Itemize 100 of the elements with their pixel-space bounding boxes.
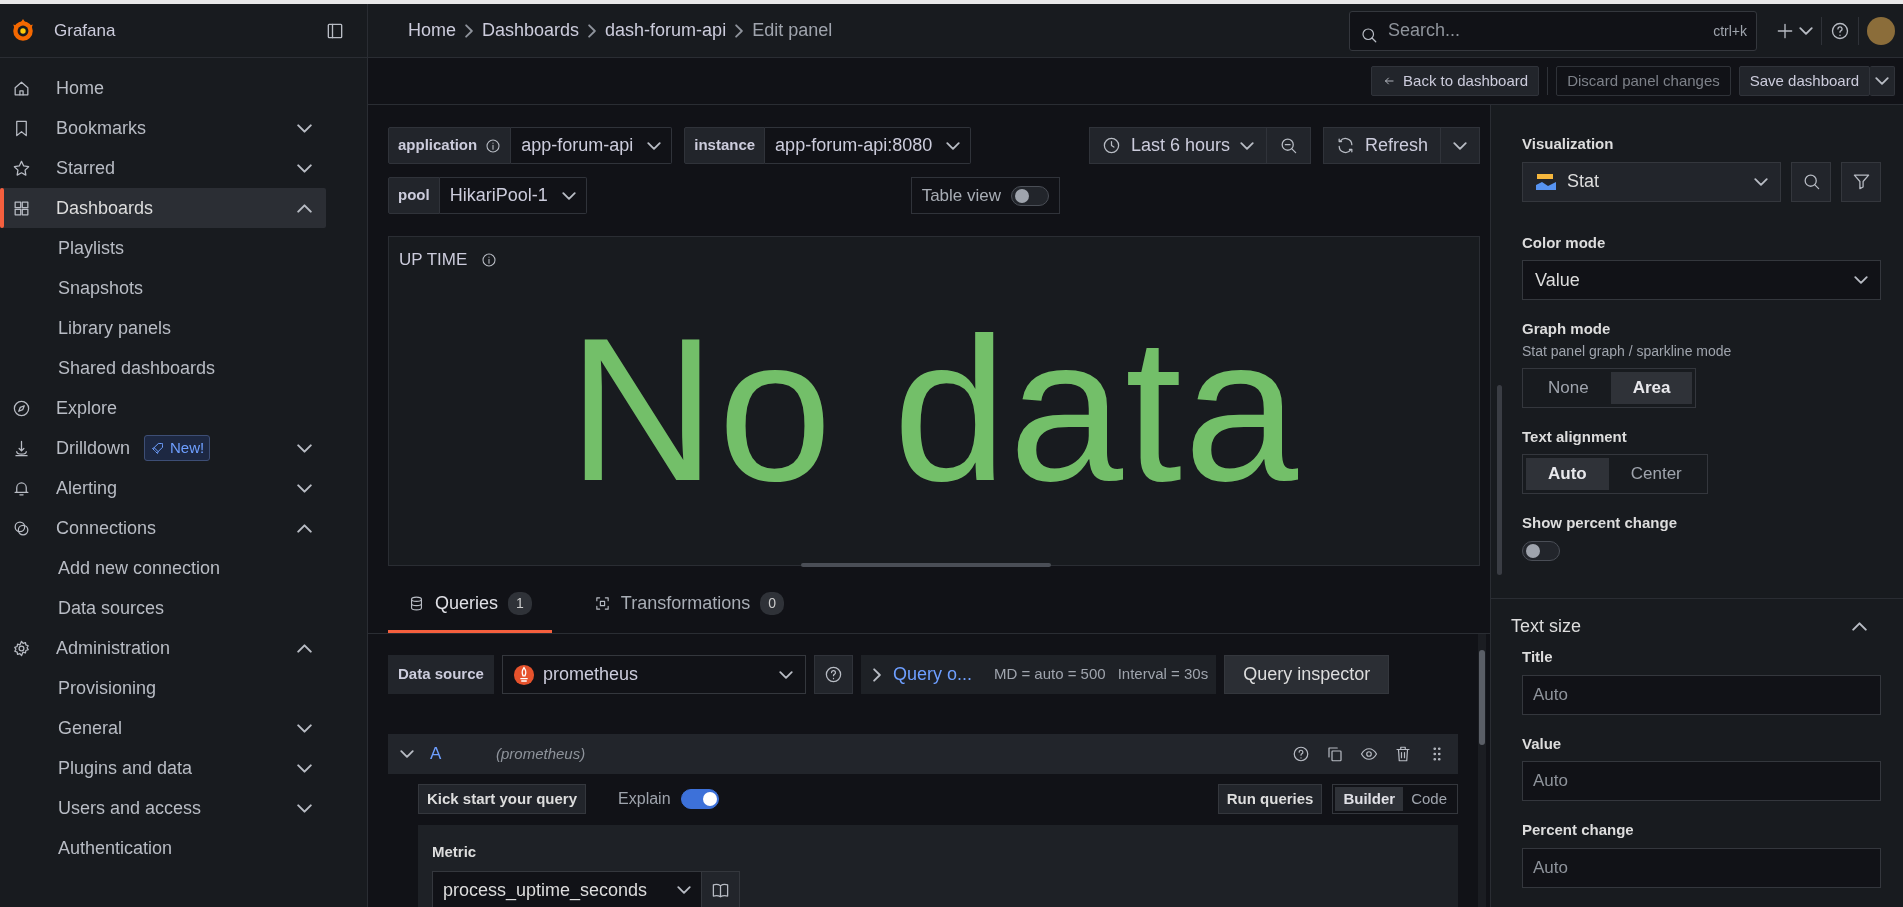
sidebar-label: Add new connection — [58, 556, 221, 580]
variable-select[interactable]: HikariPool-1 — [439, 177, 587, 214]
sidebar-item[interactable]: Explore — [0, 388, 326, 428]
variable-name: pool — [398, 185, 430, 206]
option-label: Graph mode — [1522, 319, 1612, 339]
sidebar-label: Authentication — [58, 836, 173, 860]
sidebar-item[interactable]: Home — [0, 68, 326, 108]
shortcut-hint: ctrl+k — [1713, 21, 1747, 41]
sidebar-label: Shared dashboards — [58, 356, 216, 380]
refresh-button[interactable]: Refresh — [1322, 127, 1441, 164]
stat-value: No data — [568, 306, 1300, 512]
sidebar-label: Starred — [56, 156, 116, 180]
badge-text: New! — [170, 437, 205, 458]
option-description: Stat panel graph / sparkline mode — [1522, 341, 1733, 361]
sidebar-subitem[interactable]: Snapshots — [0, 268, 326, 308]
sidebar-item[interactable]: Connections — [0, 508, 326, 548]
radio-option[interactable]: None — [1526, 371, 1611, 404]
count-badge: 0 — [760, 591, 784, 615]
max-data-points: MD = auto = 500 — [993, 664, 1106, 685]
visualization-select[interactable]: Stat — [1522, 161, 1781, 202]
input-field[interactable]: Auto — [1522, 847, 1881, 888]
sidebar-subitem[interactable]: Authentication — [0, 828, 326, 868]
radio-option[interactable]: Area — [1610, 371, 1693, 404]
sidebar-subitem[interactable]: Data sources — [0, 588, 326, 628]
breadcrumb-link[interactable]: Dashboards — [482, 17, 580, 44]
interval-info: Interval = 30s — [1117, 664, 1209, 685]
option-label: Percent change — [1522, 820, 1635, 840]
sidebar-label: Home — [56, 76, 104, 100]
sidebar-item[interactable]: Alerting — [0, 468, 326, 508]
input-field[interactable]: Auto — [1522, 761, 1881, 801]
app-name: Grafana — [54, 19, 117, 42]
kick-start-button[interactable]: Kick start your query — [418, 784, 587, 814]
sidebar-subitem[interactable]: Add new connection — [0, 548, 326, 588]
tab[interactable]: Transformations 0 — [573, 576, 804, 633]
sidebar-subitem[interactable]: Playlists — [0, 228, 326, 268]
panel-title: UP TIME — [399, 249, 468, 271]
color-mode-select[interactable]: Value — [1522, 260, 1881, 300]
sidebar-subitem[interactable]: Plugins and data — [0, 748, 326, 788]
sidebar-label: Plugins and data — [58, 756, 193, 780]
sidebar-item[interactable]: Starred — [0, 148, 326, 188]
mode-option[interactable]: Code — [1403, 787, 1455, 811]
variable-name: application — [398, 135, 478, 156]
explain-label: Explain — [618, 789, 671, 809]
query-datasource: (prometheus) — [496, 743, 587, 764]
table-view-toggle[interactable]: Table view — [910, 177, 1060, 214]
option-label: Show percent change — [1522, 513, 1679, 533]
run-queries-button[interactable]: Run queries — [1217, 784, 1323, 814]
variable-name: instance — [694, 135, 756, 156]
query-inspector-button[interactable]: Query inspector — [1224, 655, 1390, 694]
breadcrumb-link[interactable]: Home — [408, 17, 456, 44]
time-range-button[interactable]: Last 6 hours — [1088, 127, 1267, 164]
sidebar-label: Dashboards — [56, 196, 154, 220]
option-label: Color mode — [1522, 232, 1607, 253]
sidebar-label: Connections — [56, 516, 157, 540]
query-ref: A — [430, 743, 443, 766]
sidebar-label: General — [58, 716, 123, 740]
sidebar-label: Provisioning — [58, 676, 157, 700]
sidebar-item[interactable]: Drilldown New! — [0, 428, 326, 468]
mode-option[interactable]: Builder — [1335, 787, 1404, 811]
data-source-select[interactable]: prometheus — [501, 655, 806, 694]
sidebar-label: Playlists — [58, 236, 124, 260]
sidebar-label: Snapshots — [58, 276, 144, 300]
sidebar-subitem[interactable]: Shared dashboards — [0, 348, 326, 388]
sidebar-label: Administration — [56, 636, 171, 660]
toolbar-button[interactable]: Back to dashboard — [1371, 66, 1540, 96]
sidebar-subitem[interactable]: Provisioning — [0, 668, 326, 708]
sidebar-label: Library panels — [58, 316, 172, 340]
metric-select[interactable]: process_uptime_seconds — [432, 870, 702, 907]
variable-select[interactable]: app-forum-api:8080 — [765, 127, 972, 164]
sidebar-label: Explore — [56, 396, 118, 420]
query-row-header[interactable]: A (prometheus) — [388, 734, 1458, 774]
sidebar-label: Bookmarks — [56, 116, 147, 140]
sidebar-subitem[interactable]: Users and access — [0, 788, 326, 828]
save-button[interactable]: Save dashboard — [1738, 66, 1870, 96]
sidebar-subitem[interactable]: General — [0, 708, 326, 748]
section-title[interactable]: Text size — [1511, 613, 1582, 640]
count-badge: 1 — [508, 591, 532, 615]
tab[interactable]: Queries 1 — [388, 576, 552, 633]
option-label: Visualization — [1522, 134, 1615, 154]
sidebar-item[interactable]: Dashboards — [0, 188, 326, 228]
radio-option[interactable]: Auto — [1526, 458, 1609, 490]
query-options-button[interactable]: Query o... MD = auto = 500 Interval = 30s — [860, 655, 1217, 694]
option-label: Value — [1522, 733, 1563, 754]
sidebar-item[interactable]: Administration — [0, 628, 326, 668]
radio-option[interactable]: Center — [1608, 458, 1704, 490]
breadcrumb-link[interactable]: Edit panel — [752, 17, 833, 44]
sidebar-label: Alerting — [56, 476, 118, 500]
input-field[interactable]: Auto — [1522, 674, 1881, 715]
field-label: Data source — [388, 655, 494, 694]
query-options-label: Query o... — [892, 663, 972, 686]
sidebar-label: Drilldown — [56, 436, 131, 460]
option-label: Text alignment — [1522, 426, 1628, 447]
variable-select[interactable]: app-forum-api — [511, 127, 673, 164]
sidebar-subitem[interactable]: Library panels — [0, 308, 326, 348]
sidebar-label: Data sources — [58, 596, 165, 620]
sidebar-item[interactable]: Bookmarks — [0, 108, 326, 148]
metric-label: Metric — [432, 843, 477, 860]
sidebar-label: Users and access — [58, 796, 202, 820]
option-label: Title — [1522, 647, 1554, 667]
breadcrumb-link[interactable]: dash-forum-api — [605, 17, 727, 44]
